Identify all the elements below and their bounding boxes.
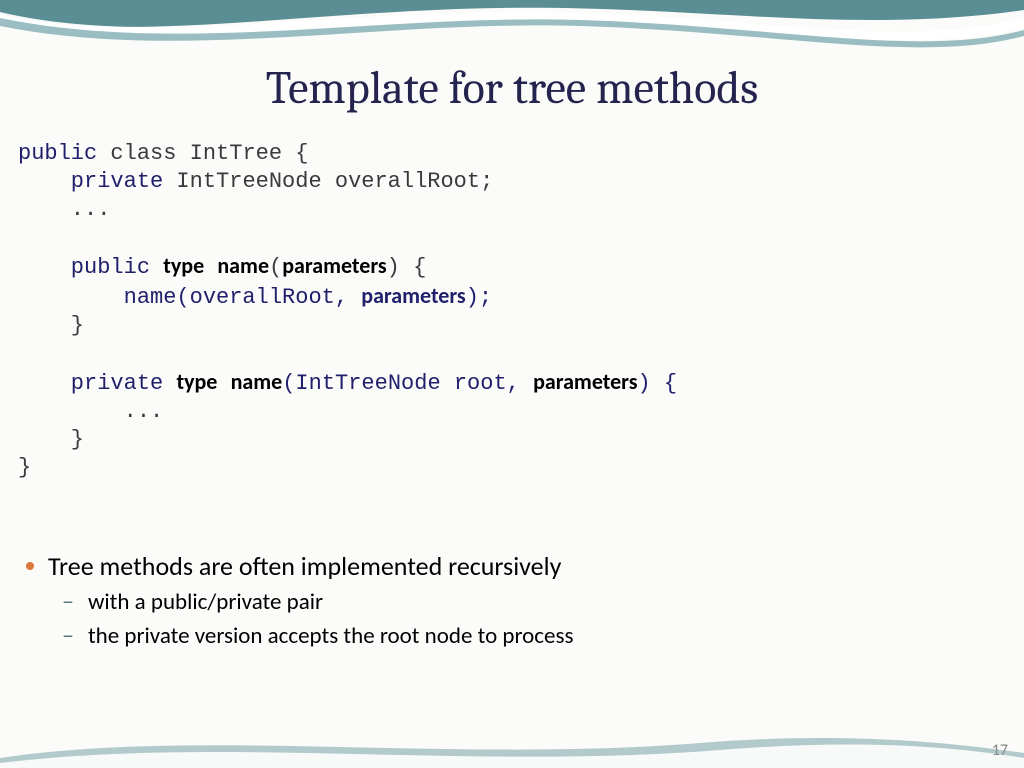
code-text: } [18, 427, 84, 452]
dash-icon: – [62, 622, 74, 650]
sub-bullet-text: the private version accepts the root nod… [88, 622, 574, 650]
code-block: public class IntTree { private IntTreeNo… [18, 140, 677, 482]
code-text: (IntTreeNode root, [282, 371, 533, 396]
code-text [204, 255, 217, 280]
code-text: } [18, 313, 84, 338]
code-text: IntTreeNode overallRoot; [163, 169, 493, 194]
code-text: ... [18, 399, 163, 424]
code-text: name(overallRoot, [18, 285, 361, 310]
code-text: ... [18, 197, 110, 222]
sub-bullet-text: with a public/private pair [88, 588, 323, 616]
bullet-list: Tree methods are often implemented recur… [26, 550, 986, 656]
code-text: ( [269, 255, 282, 280]
code-text: ); [466, 285, 492, 310]
page-number: 17 [992, 741, 1008, 760]
bullet-text: Tree methods are often implemented recur… [48, 550, 561, 582]
code-text: } [18, 455, 31, 480]
dash-icon: – [62, 588, 74, 616]
code-kw-private: private [18, 371, 176, 396]
top-wave-decoration [0, 0, 1024, 70]
code-text: ) { [387, 255, 427, 280]
code-text: class IntTree { [97, 141, 308, 166]
code-kw-public: public [18, 141, 97, 166]
bullet-item: Tree methods are often implemented recur… [26, 550, 986, 582]
code-placeholder-type: type [163, 252, 204, 279]
code-text: ) { [638, 371, 678, 396]
code-placeholder-parameters: parameters [282, 252, 386, 279]
bottom-wave-decoration [0, 708, 1024, 768]
sub-bullet-item: – the private version accepts the root n… [62, 622, 986, 650]
code-placeholder-parameters: parameters [361, 282, 465, 309]
bullet-dot-icon [26, 562, 34, 570]
code-placeholder-name: name [231, 368, 283, 395]
code-kw-private: private [18, 169, 163, 194]
code-placeholder-name: name [217, 252, 269, 279]
code-text [217, 371, 230, 396]
sub-bullet-item: – with a public/private pair [62, 588, 986, 616]
code-placeholder-parameters: parameters [533, 368, 637, 395]
code-placeholder-type: type [176, 368, 217, 395]
code-kw-public: public [18, 255, 163, 280]
slide-title: Template for tree methods [0, 62, 1024, 115]
